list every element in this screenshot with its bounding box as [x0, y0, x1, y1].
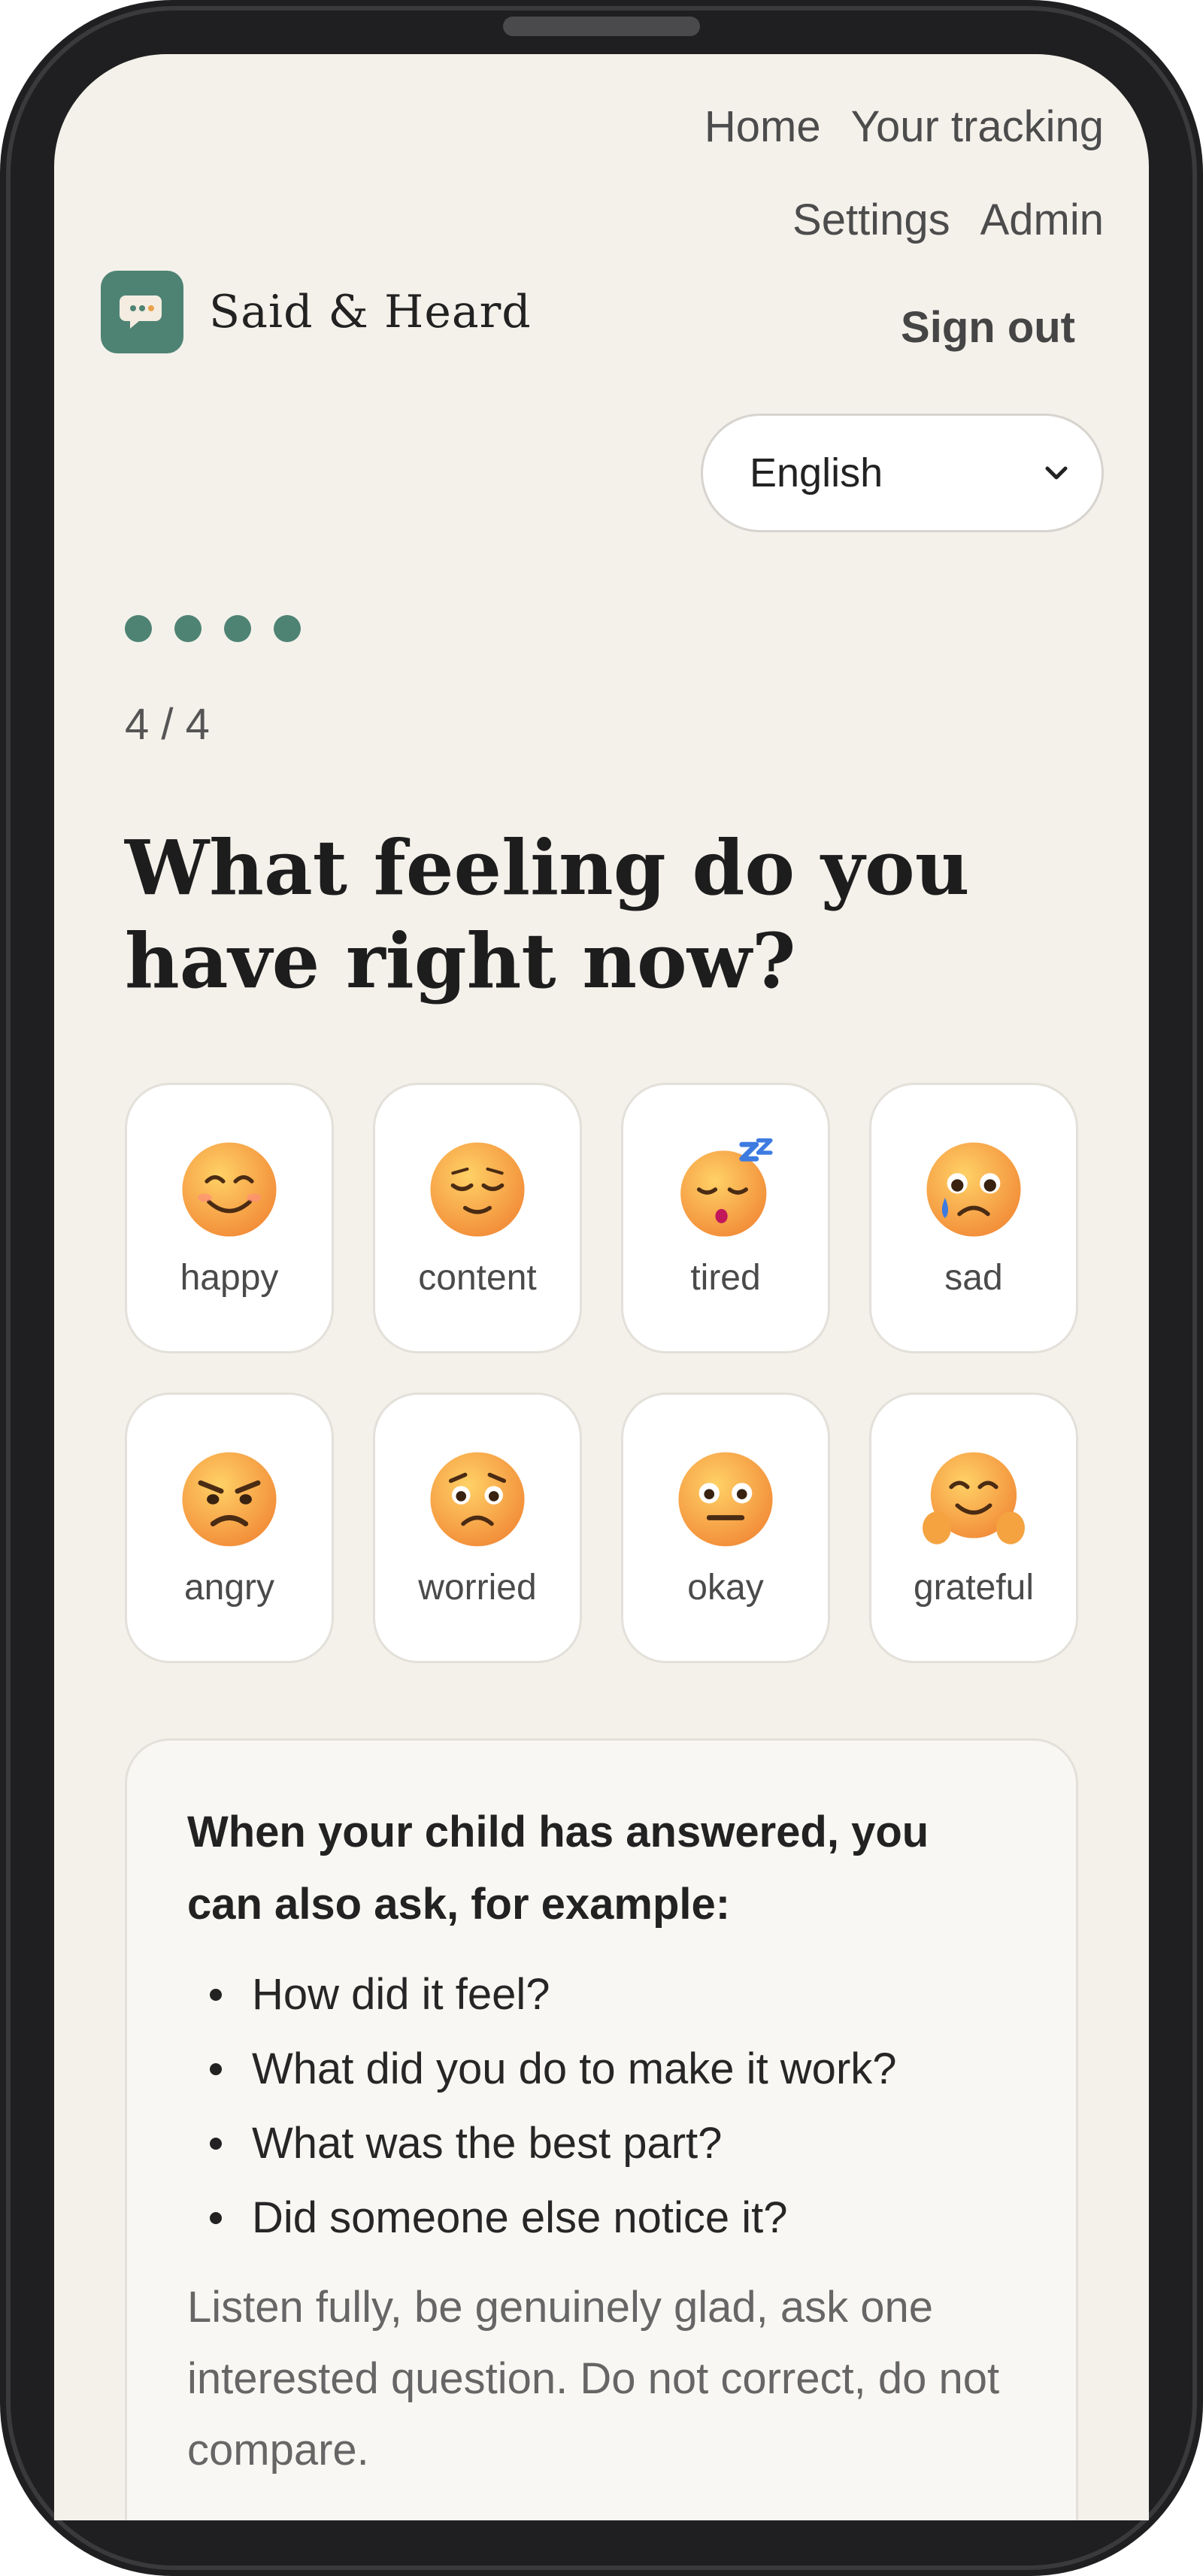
speech-bubble-icon [101, 271, 183, 353]
crying-face-icon [926, 1141, 1021, 1237]
speaker-slot [503, 17, 700, 36]
progress-dots [125, 615, 301, 642]
brand[interactable]: Said & Heard [101, 271, 532, 353]
angry-face-icon [182, 1451, 277, 1547]
progress-dot [125, 615, 152, 642]
nav-row-1: Home Your tracking [532, 101, 1104, 194]
emotion-grid: happy content tired sad angry worried ok… [125, 1083, 1078, 1663]
step-counter: 4 / 4 [125, 700, 210, 749]
emotion-card-okay[interactable]: okay [621, 1393, 830, 1663]
parent-tip-box: When your child has answered, you can al… [125, 1738, 1078, 2520]
nav-tracking-link[interactable]: Your tracking [851, 101, 1104, 153]
list-item: How did it feel? [187, 1957, 1016, 2032]
emotion-card-happy[interactable]: happy [125, 1083, 334, 1353]
progress-dot [274, 615, 301, 642]
emotion-label: sad [944, 1257, 1003, 1298]
language-select[interactable]: English [701, 414, 1104, 532]
chevron-down-icon [1045, 466, 1068, 480]
brand-name: Said & Heard [209, 286, 532, 338]
neutral-face-icon [678, 1451, 773, 1547]
tip-heading: When your child has answered, you can al… [187, 1808, 929, 1929]
progress-dot [224, 615, 251, 642]
tip-question-list: How did it feel? What did you do to make… [187, 1957, 1016, 2255]
worried-face-icon [430, 1451, 525, 1547]
emotion-card-grateful[interactable]: grateful [869, 1393, 1078, 1663]
phone-frame: Home Your tracking Settings Admin Said &… [0, 0, 1203, 2576]
hugging-face-icon [923, 1451, 1025, 1544]
nav-admin-link[interactable]: Admin [980, 194, 1104, 247]
emotion-card-content[interactable]: content [373, 1083, 582, 1353]
emotion-label: tired [690, 1257, 761, 1298]
app-screen: Home Your tracking Settings Admin Said &… [54, 54, 1149, 2520]
emotion-card-worried[interactable]: worried [373, 1393, 582, 1663]
tip-note: Listen fully, be genuinely glad, ask one… [187, 2283, 1000, 2474]
emotion-label: angry [183, 1567, 275, 1608]
emotion-label: grateful [913, 1567, 1035, 1608]
nav-row-2: Settings Admin [532, 194, 1104, 287]
emotion-card-angry[interactable]: angry [125, 1393, 334, 1663]
emotion-label: okay [687, 1567, 764, 1608]
top-nav: Home Your tracking Settings Admin [532, 101, 1104, 287]
list-item: What was the best part? [187, 2106, 1016, 2181]
nav-settings-link[interactable]: Settings [792, 194, 950, 247]
question-title: What feeling do you have right now? [125, 823, 970, 1005]
progress-dot [174, 615, 202, 642]
sign-out-button[interactable]: Sign out [901, 302, 1075, 353]
sleeping-face-icon [680, 1138, 773, 1237]
emotion-label: content [418, 1257, 537, 1298]
list-item: What did you do to make it work? [187, 2032, 1016, 2106]
emotion-card-sad[interactable]: sad [869, 1083, 1078, 1353]
list-item: Did someone else notice it? [187, 2181, 1016, 2255]
emotion-label: happy [180, 1257, 279, 1298]
nav-home-link[interactable]: Home [705, 101, 821, 153]
emotion-label: worried [418, 1567, 537, 1608]
smiling-face-icon [182, 1141, 277, 1237]
relieved-face-icon [430, 1141, 525, 1237]
language-selected-value: English [750, 450, 883, 496]
emotion-card-tired[interactable]: tired [621, 1083, 830, 1353]
